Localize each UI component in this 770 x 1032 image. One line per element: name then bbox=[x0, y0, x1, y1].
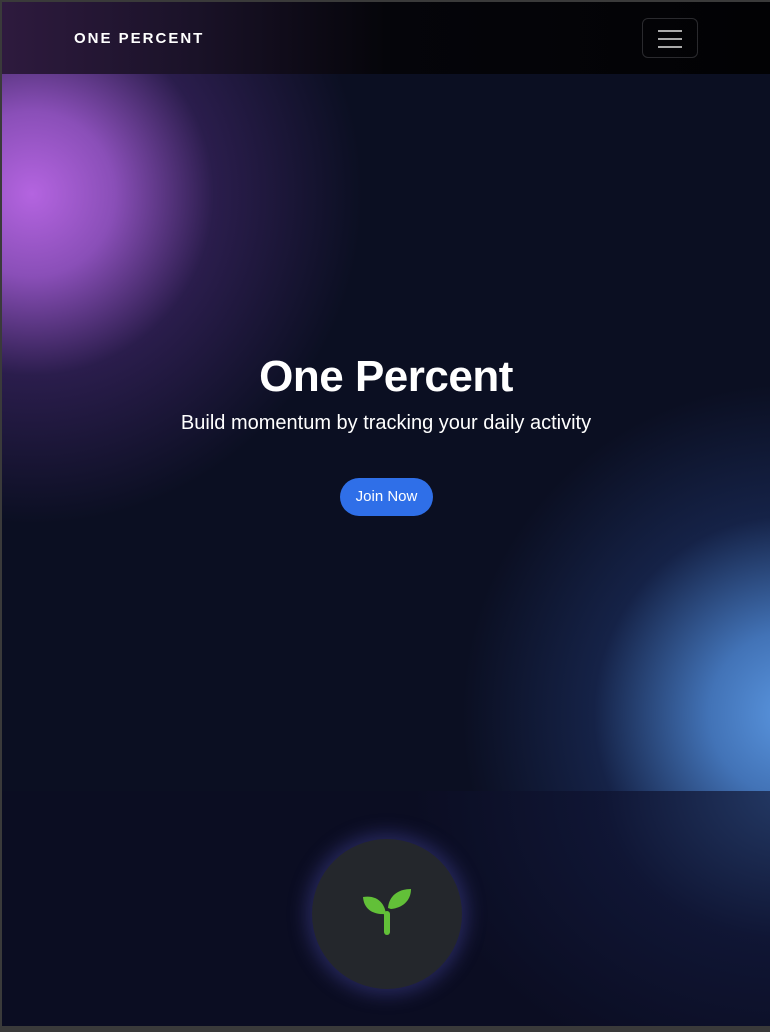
join-now-button[interactable]: Join Now bbox=[340, 478, 433, 516]
hero-subtitle: Build momentum by tracking your daily ac… bbox=[180, 412, 592, 434]
hamburger-icon bbox=[658, 30, 682, 32]
brand-logo[interactable]: ONE PERCENT bbox=[74, 30, 204, 47]
page-title: One Percent bbox=[259, 352, 513, 401]
menu-toggle-button[interactable] bbox=[642, 18, 698, 58]
feature-section bbox=[2, 791, 770, 1026]
page: ONE PERCENT One Percent Build momentum b… bbox=[2, 2, 770, 1026]
feature-icon-circle bbox=[312, 839, 462, 989]
navbar: ONE PERCENT bbox=[2, 2, 770, 74]
hamburger-icon-line bbox=[658, 46, 682, 48]
hamburger-icon-line bbox=[658, 38, 682, 40]
hero-section: One Percent Build momentum by tracking y… bbox=[2, 74, 770, 791]
sprout-icon bbox=[363, 889, 411, 935]
